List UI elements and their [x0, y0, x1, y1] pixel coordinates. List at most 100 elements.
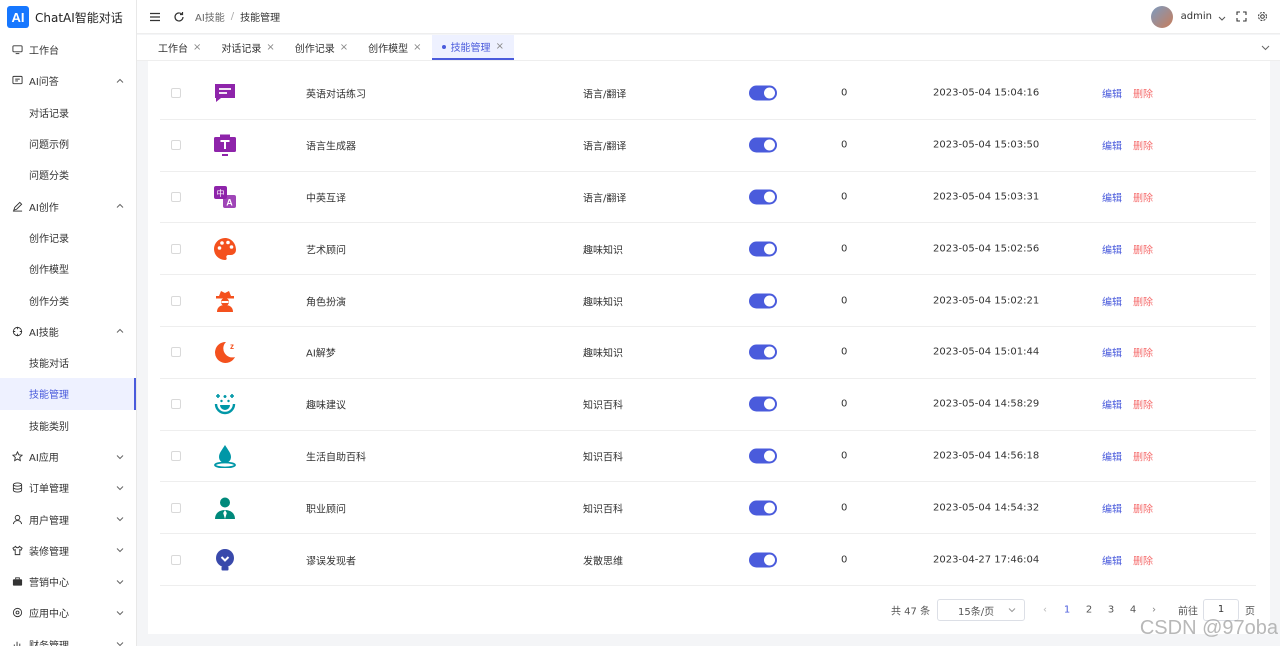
- status-toggle[interactable]: [749, 189, 777, 205]
- skill-name: 语言生成器: [306, 141, 356, 153]
- sidebar-item[interactable]: AI问答: [0, 65, 136, 96]
- status-toggle[interactable]: [749, 552, 777, 568]
- row-checkbox[interactable]: [171, 243, 181, 254]
- refresh-icon[interactable]: [173, 11, 185, 23]
- sidebar-item[interactable]: 营销中心: [0, 566, 136, 597]
- pagination-total: 共 47 条: [891, 606, 931, 618]
- edit-button[interactable]: 编辑: [1102, 448, 1122, 463]
- edit-button[interactable]: 编辑: [1102, 500, 1122, 515]
- sidebar-item[interactable]: 应用中心: [0, 597, 136, 628]
- row-checkbox[interactable]: [171, 502, 181, 513]
- menu-toggle-icon[interactable]: [149, 11, 161, 23]
- status-toggle[interactable]: [749, 85, 777, 101]
- delete-button[interactable]: 删除: [1133, 448, 1153, 463]
- sidebar-subitem[interactable]: 问题示例: [0, 128, 136, 159]
- sidebar-subitem[interactable]: 技能对话: [0, 347, 136, 378]
- briefcase-icon: [12, 576, 23, 587]
- close-icon[interactable]: ×: [496, 41, 504, 52]
- delete-button[interactable]: 删除: [1133, 189, 1153, 204]
- edit-button[interactable]: 编辑: [1102, 241, 1122, 256]
- sidebar-item[interactable]: 用户管理: [0, 503, 136, 534]
- tab[interactable]: 创作记录 ×: [285, 35, 358, 60]
- sidebar-item[interactable]: AI创作: [0, 190, 136, 221]
- row-checkbox[interactable]: [171, 554, 181, 565]
- page-number[interactable]: 1: [1060, 605, 1074, 616]
- created-time: 2023-05-04 14:54:32: [933, 502, 1040, 514]
- delete-button[interactable]: 删除: [1133, 138, 1153, 153]
- sidebar-item[interactable]: 工作台: [0, 34, 136, 65]
- row-checkbox[interactable]: [171, 88, 181, 99]
- next-page-icon[interactable]: ›: [1152, 605, 1156, 616]
- delete-button[interactable]: 删除: [1133, 345, 1153, 360]
- gear-icon[interactable]: [1257, 11, 1268, 22]
- delete-button[interactable]: 删除: [1133, 241, 1153, 256]
- user-name[interactable]: admin: [1181, 11, 1212, 22]
- sidebar-subitem[interactable]: 创作记录: [0, 222, 136, 253]
- delete-button[interactable]: 删除: [1133, 293, 1153, 308]
- page-number[interactable]: 4: [1126, 605, 1140, 616]
- breadcrumb-current: 技能管理: [240, 13, 281, 24]
- prev-page-icon[interactable]: ‹: [1043, 605, 1047, 616]
- breadcrumb-item[interactable]: AI技能: [195, 9, 225, 24]
- close-icon[interactable]: ×: [193, 42, 201, 53]
- tabs-more-chevron-icon[interactable]: [1250, 35, 1280, 60]
- app-logo[interactable]: AI ChatAI智能对话: [0, 0, 136, 34]
- breadcrumb-separator: /: [230, 11, 235, 22]
- usage-count: 0: [841, 139, 848, 151]
- table-row: 职业顾问 知识百科 0 2023-05-04 14:54:32 编辑 删除: [160, 482, 1256, 535]
- page-size-select[interactable]: 15条/页: [937, 599, 1025, 621]
- edit-button[interactable]: 编辑: [1102, 552, 1122, 567]
- page-number[interactable]: 2: [1082, 605, 1096, 616]
- delete-button[interactable]: 删除: [1133, 500, 1153, 515]
- tab[interactable]: 技能管理 ×: [431, 35, 514, 60]
- row-checkbox[interactable]: [171, 399, 181, 410]
- chevron-down-icon: [116, 453, 124, 461]
- close-icon[interactable]: ×: [266, 42, 274, 53]
- status-toggle[interactable]: [749, 344, 777, 360]
- row-checkbox[interactable]: [171, 450, 181, 461]
- close-icon[interactable]: ×: [340, 42, 348, 53]
- usage-count: 0: [841, 398, 848, 410]
- sidebar-item-label: AI问答: [29, 77, 59, 89]
- created-time: 2023-05-04 14:58:29: [933, 398, 1040, 410]
- edit-button[interactable]: 编辑: [1102, 345, 1122, 360]
- tab[interactable]: 工作台 ×: [137, 35, 211, 60]
- sidebar-item[interactable]: AI技能: [0, 316, 136, 347]
- edit-button[interactable]: 编辑: [1102, 138, 1122, 153]
- status-toggle[interactable]: [749, 293, 777, 309]
- tab[interactable]: 创作模型 ×: [358, 35, 431, 60]
- sidebar-item[interactable]: 装修管理: [0, 535, 136, 566]
- edit-button[interactable]: 编辑: [1102, 293, 1122, 308]
- status-toggle[interactable]: [749, 500, 777, 516]
- row-checkbox[interactable]: [171, 140, 181, 151]
- delete-button[interactable]: 删除: [1133, 86, 1153, 101]
- tab[interactable]: 对话记录 ×: [211, 35, 284, 60]
- sidebar-subitem[interactable]: 问题分类: [0, 159, 136, 190]
- sidebar-subitem[interactable]: 对话记录: [0, 97, 136, 128]
- row-checkbox[interactable]: [171, 295, 181, 306]
- sidebar-subitem[interactable]: 创作分类: [0, 284, 136, 315]
- edit-button[interactable]: 编辑: [1102, 189, 1122, 204]
- fullscreen-icon[interactable]: [1236, 11, 1247, 22]
- row-checkbox[interactable]: [171, 347, 181, 358]
- close-icon[interactable]: ×: [413, 42, 421, 53]
- sidebar-subitem[interactable]: 技能类别: [0, 410, 136, 441]
- sidebar-item[interactable]: 订单管理: [0, 472, 136, 503]
- status-toggle[interactable]: [749, 396, 777, 412]
- pagination: 共 47 条 15条/页 ‹ 1234 › 前往 1 页: [148, 598, 1270, 622]
- sidebar-item[interactable]: AI应用: [0, 441, 136, 472]
- edit-button[interactable]: 编辑: [1102, 397, 1122, 412]
- status-toggle[interactable]: [749, 448, 777, 464]
- delete-button[interactable]: 删除: [1133, 552, 1153, 567]
- status-toggle[interactable]: [749, 241, 777, 257]
- edit-button[interactable]: 编辑: [1102, 86, 1122, 101]
- sidebar-item[interactable]: 财务管理: [0, 629, 136, 646]
- avatar[interactable]: [1150, 5, 1173, 28]
- sidebar-subitem[interactable]: 技能管理: [0, 378, 136, 410]
- delete-button[interactable]: 删除: [1133, 397, 1153, 412]
- page-number[interactable]: 3: [1104, 605, 1118, 616]
- row-checkbox[interactable]: [171, 191, 181, 202]
- chevron-down-icon[interactable]: [1218, 13, 1226, 21]
- sidebar-subitem[interactable]: 创作模型: [0, 253, 136, 284]
- status-toggle[interactable]: [749, 137, 777, 153]
